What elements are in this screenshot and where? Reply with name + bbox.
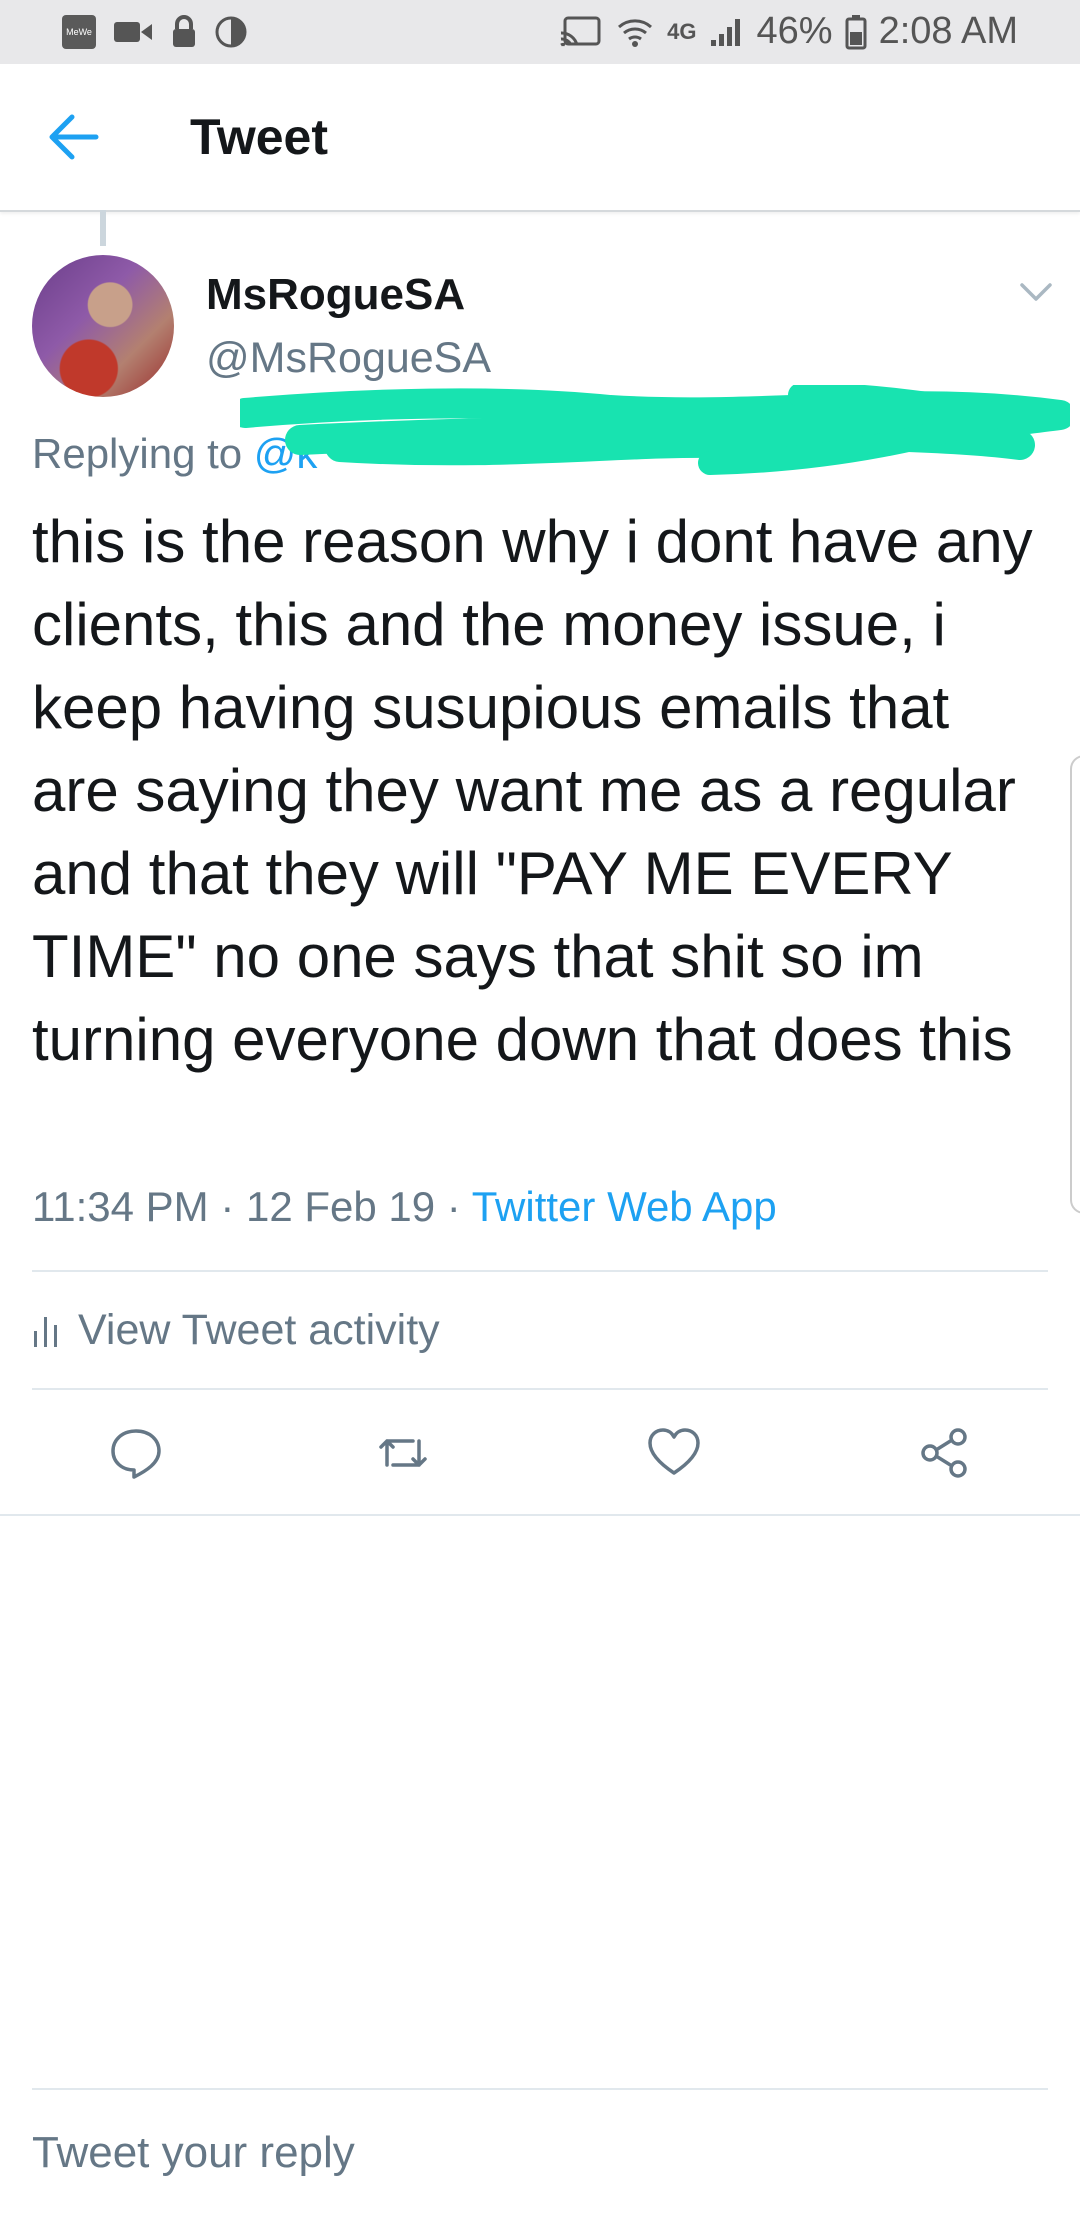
battery-icon xyxy=(845,14,867,49)
status-bar: MeWe 4G 46% 2:08 AM xyxy=(0,0,1080,64)
status-left-icons: MeWe xyxy=(62,14,248,50)
tweet-source-link[interactable]: Twitter Web App xyxy=(472,1183,777,1230)
divider xyxy=(32,1270,1048,1272)
analytics-icon xyxy=(34,1316,57,1347)
tweet-date: 12 Feb 19 xyxy=(245,1183,436,1230)
status-time: 2:08 AM xyxy=(878,10,1018,52)
page-title: Tweet xyxy=(190,109,328,165)
divider xyxy=(0,1514,1080,1516)
like-icon[interactable] xyxy=(646,1425,702,1481)
avatar[interactable] xyxy=(32,255,174,397)
scroll-indicator[interactable] xyxy=(1070,755,1080,1214)
view-activity-label: View Tweet activity xyxy=(78,1306,440,1354)
thread-connector-line xyxy=(100,210,106,246)
signal-icon xyxy=(710,18,740,46)
share-icon[interactable] xyxy=(916,1425,972,1481)
tweet-text: this is the reason why i dont have any c… xyxy=(32,508,1033,1073)
chevron-down-icon[interactable] xyxy=(1018,280,1054,304)
display-name[interactable]: MsRogueSA xyxy=(206,270,465,320)
divider xyxy=(32,1388,1048,1390)
back-arrow-icon[interactable] xyxy=(44,109,104,165)
contrast-icon xyxy=(215,16,247,48)
user-handle[interactable]: @MsRogueSA xyxy=(206,334,491,383)
app-bar: Tweet xyxy=(0,64,1080,212)
tweet-time: 11:34 PM xyxy=(32,1183,209,1230)
divider xyxy=(32,2088,1048,2090)
lock-icon xyxy=(173,15,195,47)
wifi-icon xyxy=(618,18,653,47)
cast-icon xyxy=(560,16,601,46)
tweet-meta: 11:34 PM · 12 Feb 19 · Twitter Web App xyxy=(32,1183,777,1231)
status-right-icons: 4G 46% 2:08 AM xyxy=(559,10,1018,53)
meta-separator: · xyxy=(435,1183,472,1230)
reply-icon[interactable] xyxy=(108,1425,164,1481)
video-camera-icon xyxy=(114,22,152,42)
network-type-label: 4G xyxy=(667,18,697,44)
redaction-scribble xyxy=(240,385,1070,475)
retweet-icon[interactable] xyxy=(375,1425,431,1481)
meta-separator: · xyxy=(208,1183,246,1230)
view-activity-row[interactable]: View Tweet activity xyxy=(32,1306,440,1355)
reply-input[interactable]: Tweet your reply xyxy=(32,2128,355,2178)
tweet-actions xyxy=(0,1395,1080,1515)
replying-to-prefix: Replying to xyxy=(32,430,254,477)
mewe-app-icon: MeWe xyxy=(62,15,96,49)
battery-percent: 46% xyxy=(756,10,833,52)
